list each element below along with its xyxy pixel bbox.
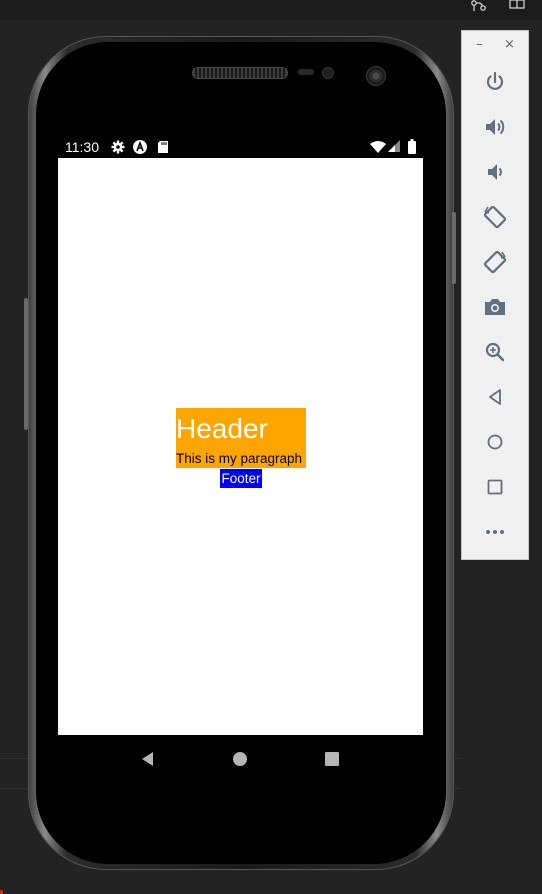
- minimize-button[interactable]: –: [476, 37, 483, 53]
- close-button[interactable]: ×: [504, 37, 515, 53]
- volume-up-icon[interactable]: [483, 115, 507, 139]
- rotate-left-icon[interactable]: [483, 205, 507, 229]
- rotate-right-icon[interactable]: [483, 250, 507, 274]
- app-screen: Header This is my paragraph Footer: [58, 158, 423, 735]
- footer-text: Footer: [220, 469, 262, 488]
- power-icon[interactable]: [483, 70, 507, 94]
- phone-side-button-left: [24, 298, 28, 430]
- navigation-bar: [58, 735, 423, 784]
- battery-icon: [408, 139, 416, 154]
- home-icon[interactable]: [230, 749, 250, 769]
- source-control-icon[interactable]: [470, 0, 488, 12]
- footer-row: Footer: [176, 468, 306, 488]
- error-marker: [0, 890, 3, 894]
- host-toolbar: [0, 0, 542, 20]
- content-column: Header This is my paragraph Footer: [176, 408, 306, 488]
- wifi-icon: [370, 141, 386, 153]
- zoom-icon[interactable]: [483, 340, 507, 364]
- back-icon[interactable]: [483, 385, 507, 409]
- phone-sensor-dot: [322, 67, 334, 79]
- sd-card-icon: [158, 141, 168, 153]
- signal-icon: [388, 140, 400, 152]
- phone-speaker: [192, 67, 288, 79]
- front-camera-icon: [366, 66, 386, 86]
- more-icon[interactable]: [483, 520, 507, 544]
- home-icon[interactable]: [483, 430, 507, 454]
- overview-icon[interactable]: [483, 475, 507, 499]
- back-icon[interactable]: [138, 749, 158, 769]
- status-time: 11:30: [65, 139, 99, 155]
- a-icon: [133, 140, 147, 154]
- gear-icon: [111, 140, 125, 154]
- phone-sensor: [298, 69, 314, 75]
- paragraph-text: This is my paragraph: [176, 450, 306, 468]
- status-bar: 11:30: [58, 136, 423, 158]
- emulator-control-panel: – ×: [461, 30, 529, 560]
- volume-down-icon[interactable]: [483, 160, 507, 184]
- phone-side-button-right: [452, 212, 456, 284]
- split-editor-icon[interactable]: [508, 0, 526, 12]
- recents-icon[interactable]: [322, 749, 342, 769]
- header-text: Header: [176, 408, 306, 450]
- camera-icon[interactable]: [483, 295, 507, 319]
